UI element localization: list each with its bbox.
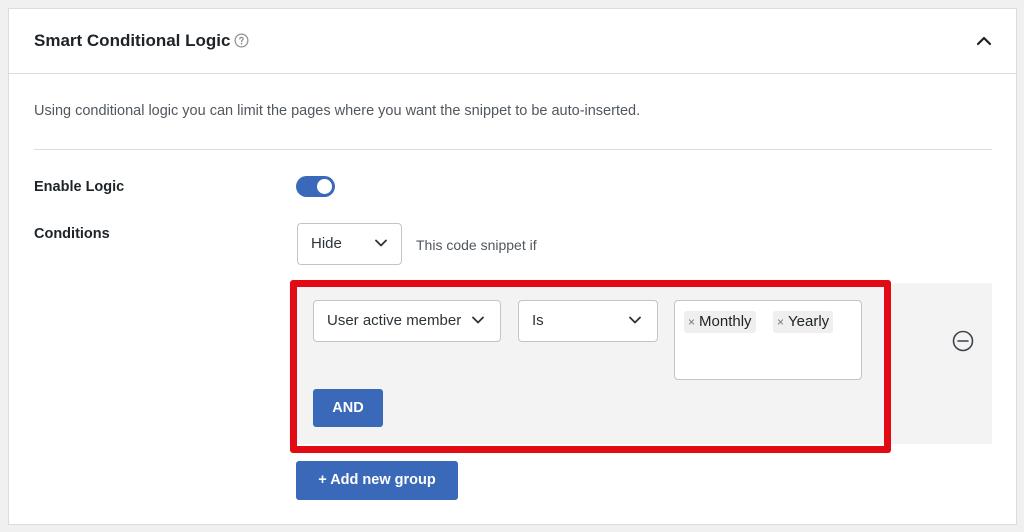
toggle-knob: [317, 179, 332, 194]
add-new-group-button[interactable]: + Add new group: [296, 461, 458, 500]
show-hide-select[interactable]: Hide: [297, 223, 402, 265]
condition-values-input[interactable]: × Monthly × Yearly: [674, 300, 862, 380]
enable-logic-label: Enable Logic: [34, 179, 125, 195]
value-tag: × Yearly: [773, 311, 834, 333]
panel-description: Using conditional logic you can limit th…: [34, 103, 641, 119]
mode-note: This code snippet if: [416, 237, 537, 253]
value-tag: × Monthly: [684, 311, 756, 333]
chevron-down-icon: [472, 316, 484, 324]
condition-operator-value: Is: [532, 312, 544, 329]
divider: [34, 149, 992, 150]
smart-conditional-logic-panel: Smart Conditional Logic Using conditiona…: [8, 8, 1017, 525]
chevron-down-icon: [375, 239, 387, 247]
conditions-label: Conditions: [34, 226, 110, 242]
condition-field-value: User active member: [327, 312, 462, 329]
condition-operator-select[interactable]: Is: [518, 300, 658, 342]
and-button[interactable]: AND: [313, 389, 383, 427]
panel-title: Smart Conditional Logic: [34, 31, 231, 50]
tag-label: Yearly: [788, 313, 830, 330]
condition-field-select[interactable]: User active member: [313, 300, 501, 342]
remove-tag-icon[interactable]: ×: [777, 315, 784, 329]
remove-tag-icon[interactable]: ×: [688, 315, 695, 329]
chevron-down-icon: [629, 316, 641, 324]
remove-group-icon[interactable]: [952, 330, 974, 352]
chevron-up-icon[interactable]: [976, 35, 992, 47]
enable-logic-toggle[interactable]: [296, 176, 335, 197]
tag-label: Monthly: [699, 313, 752, 330]
panel-header[interactable]: Smart Conditional Logic: [9, 9, 1016, 74]
show-hide-value: Hide: [311, 235, 342, 252]
help-icon[interactable]: [234, 33, 249, 48]
